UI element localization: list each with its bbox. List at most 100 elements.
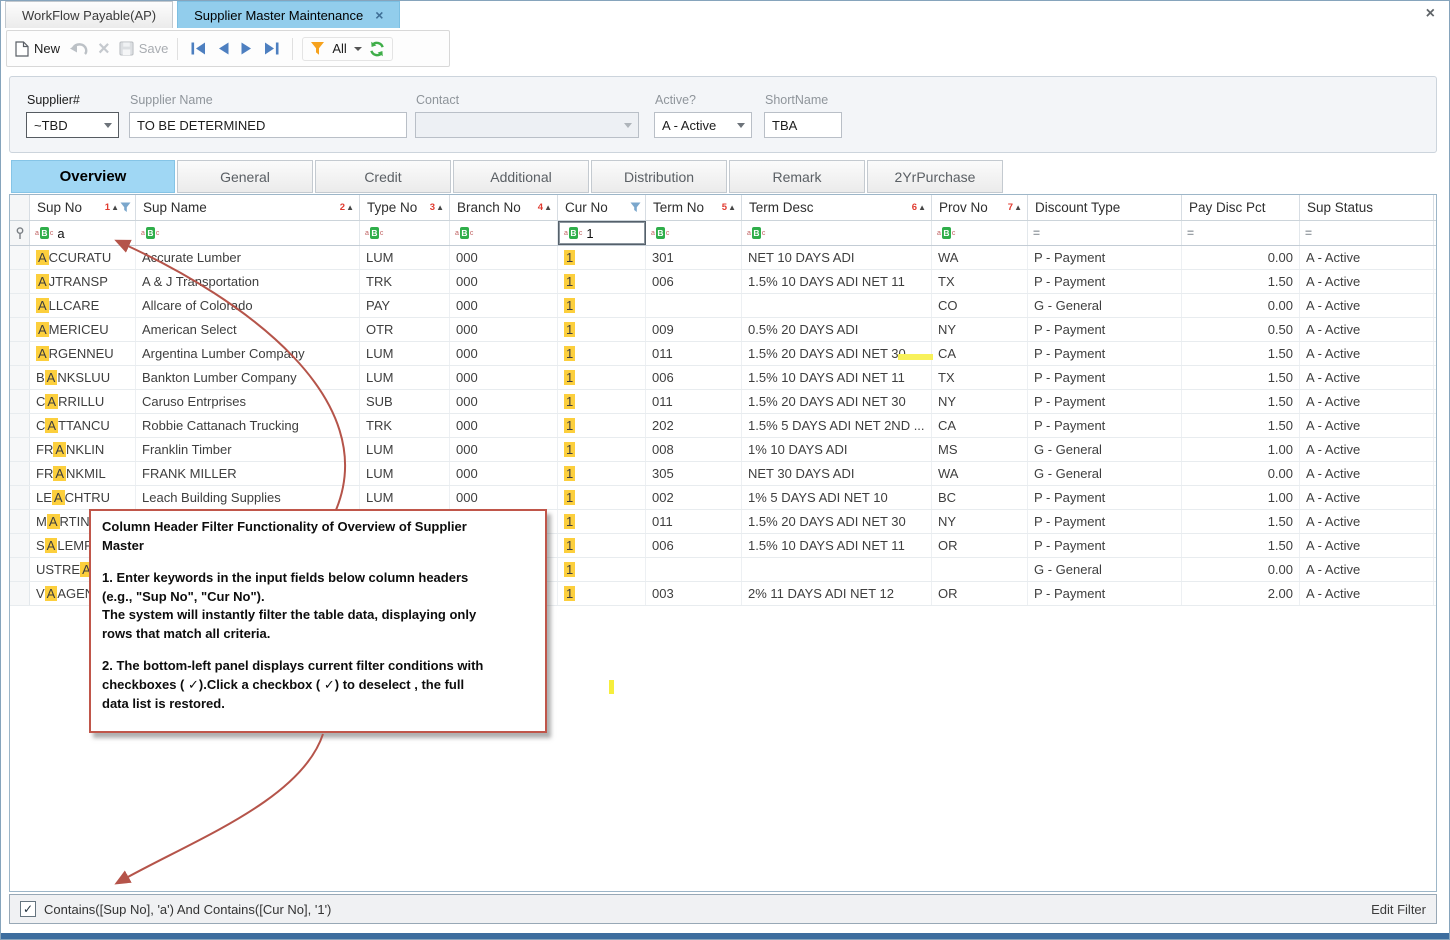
filter-cell-sup-no[interactable]: aBca: [30, 221, 136, 245]
match-highlight: 1: [564, 322, 575, 337]
abc-contains-icon[interactable]: aBc: [564, 227, 582, 239]
filter-cell-term-no[interactable]: aBc: [646, 221, 742, 245]
filter-funnel-icon[interactable]: [310, 41, 325, 56]
tab-workflow-payable[interactable]: WorkFlow Payable(AP): [5, 1, 173, 28]
table-row[interactable]: FRANKLINFranklin TimberLUM00010081% 10 D…: [10, 438, 1436, 462]
active-value: A - Active: [662, 118, 716, 133]
filter-cell-sup-name[interactable]: aBc: [136, 221, 360, 245]
tab-remark[interactable]: Remark: [729, 160, 865, 193]
tab-credit[interactable]: Credit: [315, 160, 451, 193]
cell-cur-no: 1: [558, 414, 646, 437]
tab-2yrpurchase[interactable]: 2YrPurchase: [867, 160, 1003, 193]
tab-overview[interactable]: Overview: [11, 160, 175, 193]
cell-sup-no: ALLCARE: [30, 294, 136, 317]
abc-contains-icon[interactable]: aBc: [937, 227, 955, 239]
tab-general[interactable]: General: [177, 160, 313, 193]
table-row[interactable]: BANKSLUUBankton Lumber CompanyLUM0001006…: [10, 366, 1436, 390]
active-combo[interactable]: A - Active: [654, 112, 752, 138]
column-header-term-desc[interactable]: Term Desc6▲: [742, 195, 932, 220]
new-button-label: New: [34, 41, 60, 56]
cell-pay-disc-pct: 1.00: [1182, 438, 1300, 461]
last-record-icon[interactable]: [264, 42, 279, 55]
supplier-name-field[interactable]: TO BE DETERMINED: [129, 112, 407, 138]
match-highlight: 1: [564, 346, 575, 361]
cell-sup-no: FRANKLIN: [30, 438, 136, 461]
column-filter-funnel-icon[interactable]: [630, 202, 641, 213]
table-row[interactable]: LEACHTRULeach Building SuppliesLUM000100…: [10, 486, 1436, 510]
column-header-sup-no[interactable]: Sup No1▲: [30, 195, 136, 220]
abc-contains-icon[interactable]: aBc: [35, 227, 53, 239]
cell-term-no: 009: [646, 318, 742, 341]
tab-close-icon[interactable]: ×: [375, 8, 383, 22]
previous-record-icon[interactable]: [218, 42, 229, 55]
table-row[interactable]: AJTRANSPA & J TransportationTRK00010061.…: [10, 270, 1436, 294]
undo-button[interactable]: [69, 42, 89, 56]
column-header-sup-name[interactable]: Sup Name2▲: [136, 195, 360, 220]
abc-contains-icon[interactable]: aBc: [365, 227, 383, 239]
column-header-term-no[interactable]: Term No5▲: [646, 195, 742, 220]
filter-scope-dropdown[interactable]: All: [332, 41, 361, 56]
tab-additional[interactable]: Additional: [453, 160, 589, 193]
contact-combo[interactable]: [415, 112, 639, 138]
abc-contains-icon[interactable]: aBc: [141, 227, 159, 239]
filter-cell-term-desc[interactable]: aBc: [742, 221, 932, 245]
cell-prov-no: TX: [932, 270, 1028, 293]
cell-term-no: 006: [646, 270, 742, 293]
column-header-sup-status[interactable]: Sup Status: [1300, 195, 1434, 220]
chevron-down-icon: [737, 123, 745, 128]
window-close-icon[interactable]: ×: [1426, 6, 1435, 22]
cell-prov-no: OR: [932, 534, 1028, 557]
tab-distribution[interactable]: Distribution: [591, 160, 727, 193]
cell-sup-no: ACCURATU: [30, 246, 136, 269]
abc-contains-icon[interactable]: aBc: [651, 227, 669, 239]
table-row[interactable]: ALLCAREAllcare of ColoradoPAY0001COG - G…: [10, 294, 1436, 318]
column-header-discount-type[interactable]: Discount Type: [1028, 195, 1182, 220]
first-record-icon[interactable]: [191, 42, 206, 55]
filter-cell-type-no[interactable]: aBc: [360, 221, 450, 245]
tab-supplier-master-maintenance[interactable]: Supplier Master Maintenance ×: [177, 1, 400, 28]
column-header-cur-no[interactable]: Cur No: [558, 195, 646, 220]
cell-discount-type: P - Payment: [1028, 366, 1182, 389]
filter-cell-cur-no[interactable]: aBc1: [558, 221, 646, 245]
table-row[interactable]: ACCURATUAccurate LumberLUM0001301NET 10 …: [10, 246, 1436, 270]
column-header-type-no[interactable]: Type No3▲: [360, 195, 450, 220]
cell-type-no: LUM: [360, 438, 450, 461]
refresh-icon[interactable]: [369, 41, 385, 57]
abc-contains-icon[interactable]: aBc: [455, 227, 473, 239]
cell-prov-no: CA: [932, 342, 1028, 365]
delete-button[interactable]: ×: [98, 39, 110, 59]
shortname-label: ShortName: [765, 93, 828, 107]
edit-filter-button[interactable]: Edit Filter: [1371, 902, 1426, 917]
shortname-value: TBA: [772, 118, 797, 133]
table-row[interactable]: ARGENNEUArgentina Lumber CompanyLUM00010…: [10, 342, 1436, 366]
column-header-pay-disc-pct[interactable]: Pay Disc Pct: [1182, 195, 1300, 220]
equals-filter-icon[interactable]: =: [1305, 227, 1312, 239]
column-header-branch-no[interactable]: Branch No4▲: [450, 195, 558, 220]
shortname-field[interactable]: TBA: [764, 112, 842, 138]
next-record-icon[interactable]: [241, 42, 252, 55]
supplier-no-combo[interactable]: ~TBD: [26, 112, 119, 138]
table-row[interactable]: FRANKMILFRANK MILLERLUM0001305NET 30 DAY…: [10, 462, 1436, 486]
column-header-prov-no[interactable]: Prov No7▲: [932, 195, 1028, 220]
equals-filter-icon[interactable]: =: [1187, 227, 1194, 239]
match-highlight: A: [45, 538, 58, 553]
filter-cell-prov-no[interactable]: aBc: [932, 221, 1028, 245]
cell-discount-type: P - Payment: [1028, 318, 1182, 341]
new-button[interactable]: New: [15, 41, 60, 57]
filter-cell-discount-type[interactable]: =: [1028, 221, 1182, 245]
equals-filter-icon[interactable]: =: [1033, 227, 1040, 239]
filter-cell-branch-no[interactable]: aBc: [450, 221, 558, 245]
cell-sup-name: Accurate Lumber: [136, 246, 360, 269]
table-row[interactable]: CATTANCURobbie Cattanach TruckingTRK0001…: [10, 414, 1436, 438]
abc-contains-icon[interactable]: aBc: [747, 227, 765, 239]
cell-pay-disc-pct: 1.50: [1182, 366, 1300, 389]
column-filter-funnel-icon[interactable]: [120, 202, 131, 213]
table-row[interactable]: AMERICEUAmerican SelectOTR00010090.5% 20…: [10, 318, 1436, 342]
table-row[interactable]: CARRILLUCaruso EntrprisesSUB00010111.5% …: [10, 390, 1436, 414]
filter-cell-sup-status[interactable]: =: [1300, 221, 1434, 245]
row-indicator-gutter: [10, 318, 30, 341]
save-button[interactable]: Save: [119, 41, 169, 56]
cell-term-no: [646, 558, 742, 581]
filter-cell-pay-disc-pct[interactable]: =: [1182, 221, 1300, 245]
filter-condition-checkbox[interactable]: ✓: [20, 901, 36, 917]
